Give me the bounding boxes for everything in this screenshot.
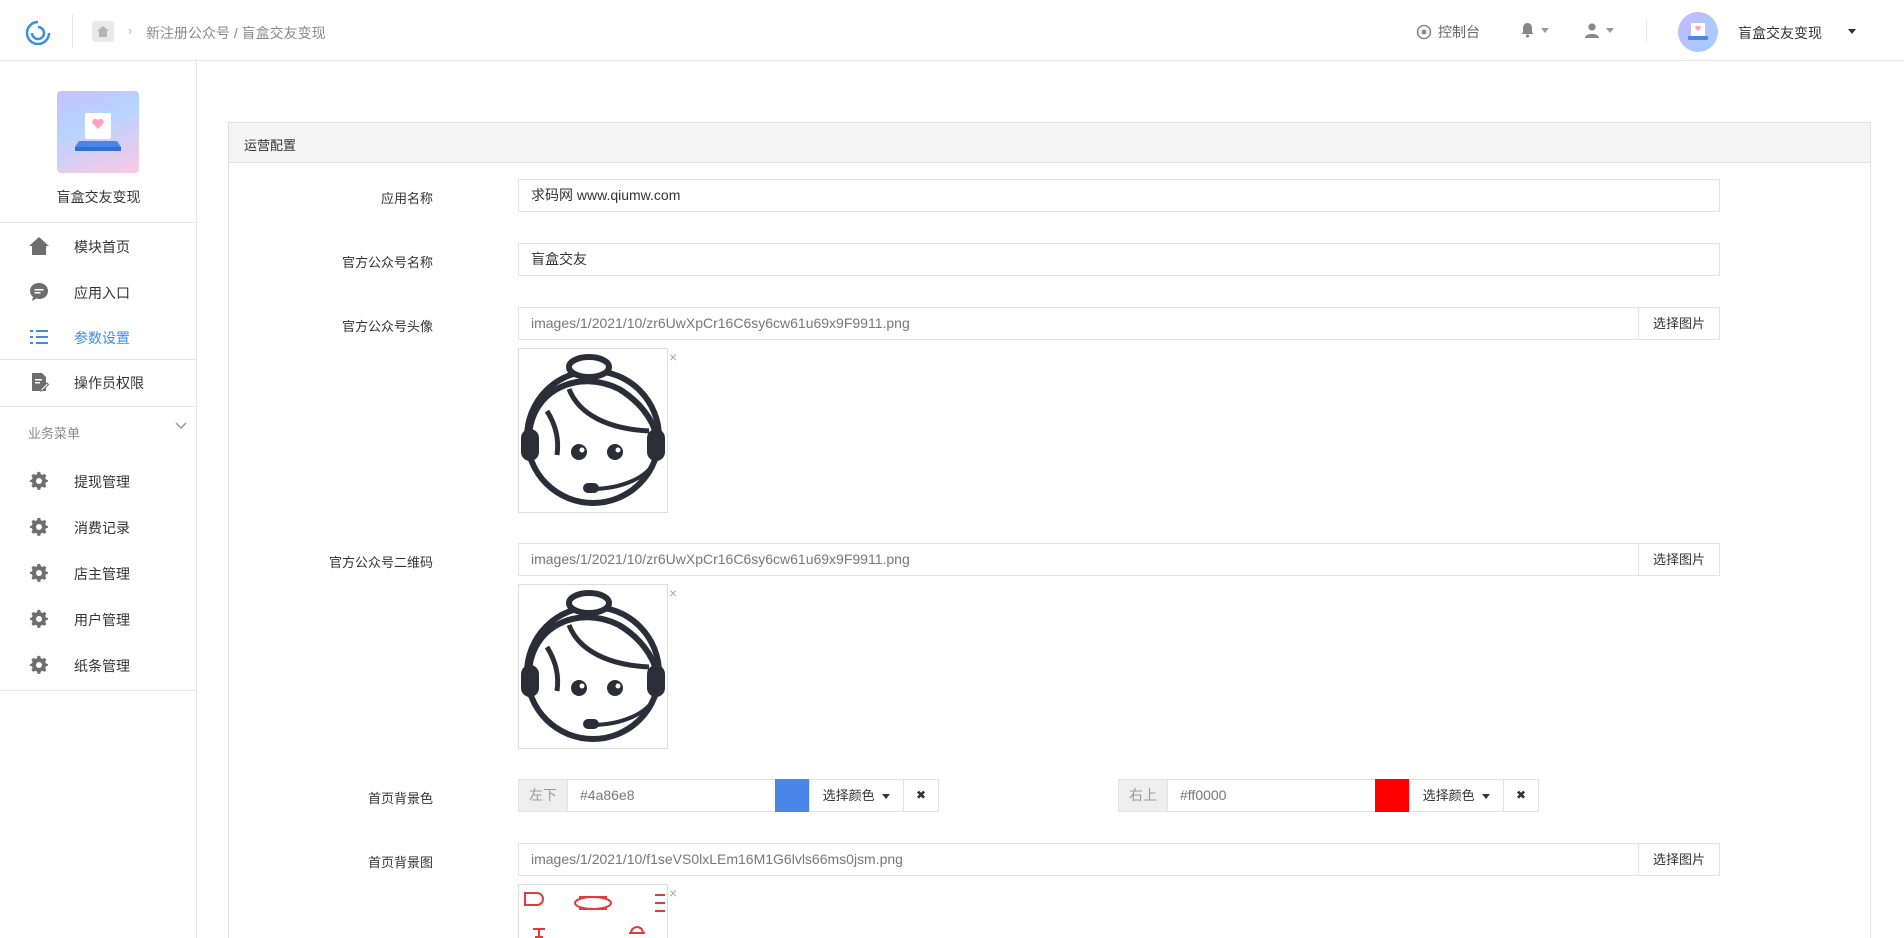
sidebar-item-operator-permissions[interactable]: 操作员权限 [0, 361, 197, 401]
divider [72, 14, 73, 48]
divider [0, 359, 197, 360]
choose-color-button[interactable]: 选择颜色 [1409, 779, 1504, 812]
choose-color-label: 选择颜色 [1422, 788, 1475, 803]
breadcrumb[interactable]: 新注册公众号 / 盲盒交友变现 [146, 23, 326, 43]
home-bg-image-input[interactable]: images/1/2021/10/f1seVS0lxLEm16M1G6lvls6… [518, 843, 1639, 876]
select-image-button[interactable]: 选择图片 [1638, 307, 1720, 340]
sidebar-item-app-entry[interactable]: 应用入口 [0, 271, 197, 311]
dashboard-icon [1416, 24, 1432, 40]
remove-image-icon[interactable]: × [669, 349, 677, 365]
chat-icon [28, 281, 50, 303]
clear-color-button[interactable]: ✖ [903, 779, 939, 812]
sidebar-item-label: 应用入口 [74, 285, 130, 301]
caret-down-icon [882, 794, 891, 800]
sidebar-item-label: 参数设置 [74, 330, 130, 346]
sidebar-item-label: 操作员权限 [74, 375, 144, 391]
home-icon [28, 235, 50, 257]
edit-doc-icon [28, 371, 50, 393]
sidebar-group-title[interactable]: 业务菜单 [28, 423, 80, 442]
user-icon [1585, 23, 1599, 38]
sidebar-item-consumption[interactable]: 消费记录 [0, 506, 197, 546]
sidebar-item-label: 用户管理 [74, 612, 130, 628]
top-bar: › 新注册公众号 / 盲盒交友变现 控制台 盲盒交友变现 [0, 0, 1904, 61]
caret-down-icon [1482, 794, 1491, 800]
bell-icon [1521, 23, 1534, 38]
divider [0, 690, 197, 691]
sidebar-item-label: 店主管理 [74, 566, 130, 582]
sidebar-item-users[interactable]: 用户管理 [0, 598, 197, 638]
sidebar-item-label: 消费记录 [74, 520, 130, 536]
chevron-right-icon: › [128, 23, 133, 38]
top-right-color-input[interactable]: #ff0000 [1167, 779, 1376, 812]
logo-icon[interactable] [24, 19, 52, 45]
caret-down-icon [1541, 27, 1549, 33]
home-icon[interactable] [92, 21, 114, 42]
app-logo [57, 91, 139, 173]
notifications-button[interactable] [1520, 22, 1549, 38]
caret-down-icon [1606, 27, 1614, 33]
home-bg-preview-image [518, 884, 668, 938]
account-avatar[interactable] [1678, 12, 1718, 52]
console-label: 控制台 [1438, 24, 1480, 40]
official-avatar-input[interactable]: images/1/2021/10/zr6UwXpCr16C6sy6cw61u69… [518, 307, 1639, 340]
gear-icon [28, 608, 50, 630]
official-name-label: 官方公众号名称 [341, 255, 433, 270]
home-bg-image-label: 首页背景图 [367, 855, 433, 870]
app-name-input[interactable]: 求码网 www.qiumw.com [518, 179, 1720, 212]
choose-color-label: 选择颜色 [822, 788, 875, 803]
official-qrcode-input[interactable]: images/1/2021/10/zr6UwXpCr16C6sy6cw61u69… [518, 543, 1639, 576]
sidebar-item-label: 提现管理 [74, 474, 130, 490]
chevron-down-icon[interactable] [174, 421, 188, 431]
sidebar-item-label: 纸条管理 [74, 658, 130, 674]
official-qrcode-label: 官方公众号二维码 [328, 555, 433, 570]
sidebar-item-withdraw[interactable]: 提现管理 [0, 460, 197, 500]
divider [0, 222, 197, 223]
divider [0, 406, 197, 407]
user-menu-button[interactable] [1584, 22, 1614, 38]
gear-icon [28, 654, 50, 676]
sidebar-item-notes[interactable]: 纸条管理 [0, 644, 197, 684]
bottom-left-addon: 左下 [518, 779, 568, 812]
choose-color-button[interactable]: 选择颜色 [809, 779, 904, 812]
panel-header: 运营配置 [229, 123, 1870, 163]
top-right-addon: 右上 [1118, 779, 1168, 812]
list-icon [28, 326, 50, 348]
sidebar-item-label: 模块首页 [74, 239, 130, 255]
gear-icon [28, 562, 50, 584]
caret-down-icon[interactable] [1848, 29, 1856, 34]
console-link[interactable]: 控制台 [1416, 22, 1480, 42]
top-right-color-swatch[interactable] [1375, 779, 1410, 812]
bottom-left-color-swatch[interactable] [775, 779, 810, 812]
divider [1646, 20, 1647, 42]
official-name-input[interactable]: 盲盒交友 [518, 243, 1720, 276]
app-name-label: 应用名称 [380, 191, 433, 206]
account-name[interactable]: 盲盒交友变现 [1738, 23, 1822, 43]
panel-title: 运营配置 [244, 138, 297, 153]
remove-image-icon[interactable]: × [669, 885, 677, 901]
avatar-preview-image [518, 348, 668, 513]
select-image-button[interactable]: 选择图片 [1638, 543, 1720, 576]
gear-icon [28, 470, 50, 492]
operation-config-panel: 运营配置 应用名称 求码网 www.qiumw.com 官方公众号名称 盲盒交友… [228, 122, 1871, 938]
remove-image-icon[interactable]: × [669, 585, 677, 601]
qrcode-preview-image [518, 584, 668, 749]
gear-icon [28, 516, 50, 538]
clear-color-button[interactable]: ✖ [1503, 779, 1539, 812]
official-avatar-label: 官方公众号头像 [341, 319, 433, 334]
select-image-button[interactable]: 选择图片 [1638, 843, 1720, 876]
home-bg-color-label: 首页背景色 [367, 791, 433, 806]
bottom-left-color-input[interactable]: #4a86e8 [567, 779, 776, 812]
